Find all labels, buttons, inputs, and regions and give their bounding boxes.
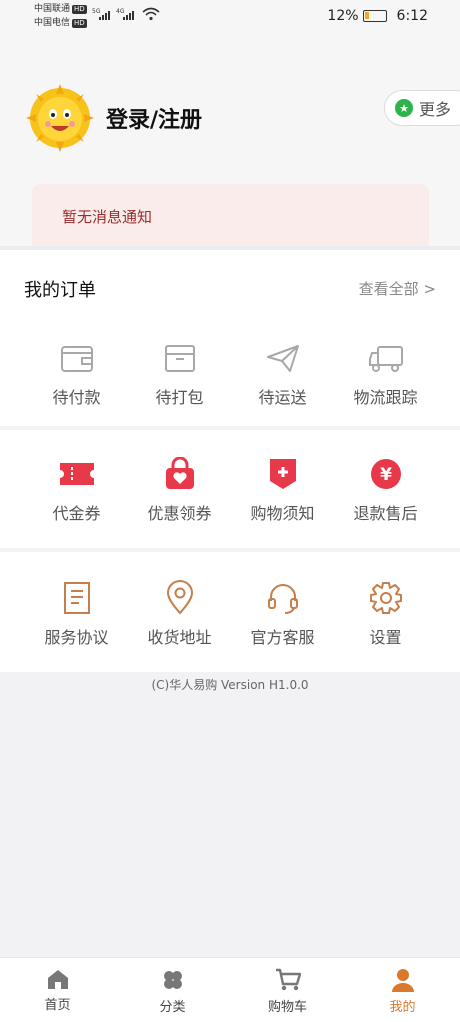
coupon-claim-item[interactable]: 优惠领券 [128,454,231,524]
bag-heart-icon [160,454,200,494]
more-button[interactable]: ★ 更多 [384,90,460,126]
location-pin-icon [160,578,200,618]
battery-icon [362,10,387,22]
paper-plane-icon [263,338,303,378]
tab-category[interactable]: 分类 [115,958,230,1022]
order-logistics-tracking[interactable]: 物流跟踪 [334,338,437,408]
user-icon [391,969,414,992]
home-icon [47,970,68,989]
clock: 6:12 [396,8,428,24]
bottom-tab-bar: 首页 分类 购物车 我的 [0,957,460,1022]
order-pending-payment[interactable]: 待付款 [25,338,128,408]
settings-item[interactable]: 设置 [334,578,437,648]
notice-text: 暂无消息通知 [62,208,153,226]
service-agreement-item[interactable]: 服务协议 [25,578,128,648]
services-section: 服务协议 收货地址 官方客服 设置 [0,552,460,672]
notice-banner[interactable]: 暂无消息通知 [32,184,429,246]
shipping-address-item[interactable]: 收货地址 [128,578,231,648]
view-all-orders-link[interactable]: 查看全部 > [359,278,436,299]
star-icon: ★ [395,99,413,117]
my-orders-section: 我的订单 查看全部 > 待付款 待打包 待运送 物流跟踪 [0,246,460,426]
truck-icon [366,338,406,378]
tab-cart[interactable]: 购物车 [230,958,345,1022]
version-info: (C)华人易购 Version H1.0.0 [151,678,309,692]
signal-icon: 5G 4G [92,8,134,20]
gear-icon [366,578,406,618]
orders-title: 我的订单 [24,280,96,301]
order-pending-shipping[interactable]: 待运送 [231,338,334,408]
svg-text:4G: 4G [116,8,125,15]
tab-home[interactable]: 首页 [0,958,115,1022]
wifi-icon [142,7,160,21]
battery-percent: 12% [327,8,359,24]
document-icon [57,578,97,618]
carrier-1: 中国联通 HD [34,4,87,14]
order-pending-packing[interactable]: 待打包 [128,338,231,408]
headset-icon [263,578,303,618]
customer-service-item[interactable]: 官方客服 [231,578,334,648]
wallet-icon [57,338,97,378]
carrier-2: 中国电信 HD [34,18,87,28]
category-icon [163,971,182,989]
refund-aftersales-item[interactable]: ¥ 退款售后 [334,454,437,524]
yen-circle-icon: ¥ [366,454,406,494]
promotions-section: 代金券 优惠领券 购物须知 ¥ 退款售后 [0,430,460,548]
more-label: 更多 [419,100,452,119]
status-bar: 中国联通 HD 中国电信 HD 5G 4G 12% 6:12 [0,0,460,34]
avatar[interactable] [26,84,94,152]
login-register-link[interactable]: 登录/注册 [106,102,202,134]
cart-icon [275,968,301,991]
box-icon [160,338,200,378]
profile-header: 登录/注册 ★ 更多 暂无消息通知 [0,34,460,246]
voucher-item[interactable]: 代金券 [25,454,128,524]
ticket-icon [57,454,97,494]
svg-text:¥: ¥ [380,465,392,485]
tab-mine[interactable]: 我的 [345,958,460,1022]
shield-plus-icon [263,454,303,494]
shopping-notice-item[interactable]: 购物须知 [231,454,334,524]
svg-text:5G: 5G [92,8,101,15]
